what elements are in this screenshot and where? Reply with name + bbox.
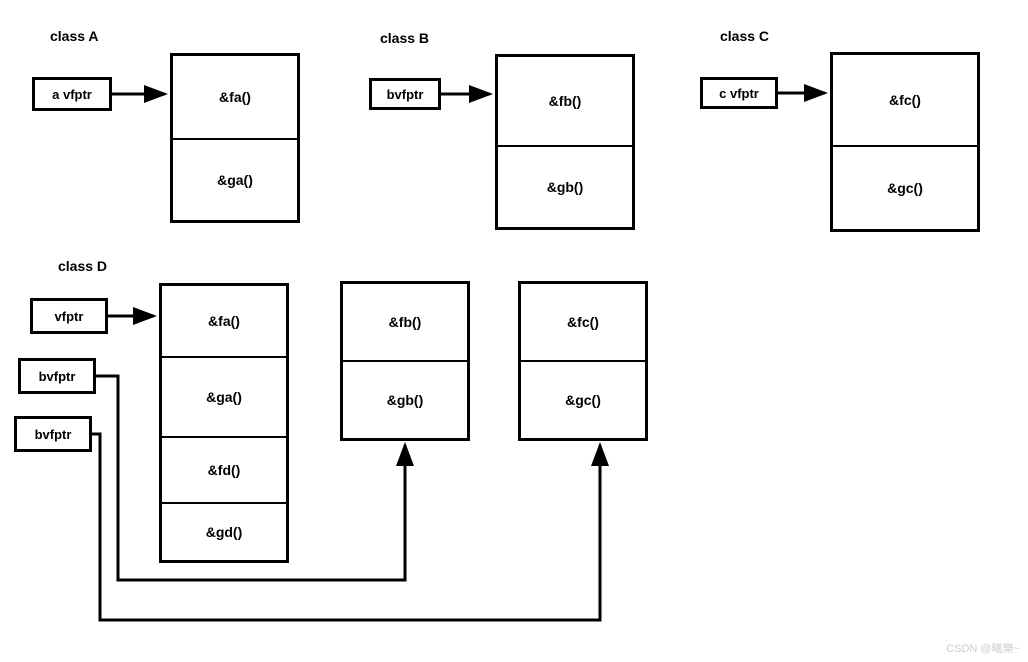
cell-d2-0: &fb() <box>343 284 467 362</box>
cell-d3-1: &gc() <box>521 362 645 438</box>
class-c-title: class C <box>720 28 769 44</box>
cell-d1-2: &fd() <box>162 438 286 504</box>
class-d-ptr0-label: vfptr <box>55 309 84 324</box>
cell-b-1: &gb() <box>498 147 632 227</box>
class-a-title: class A <box>50 28 99 44</box>
watermark: CSDN @曦樂~ <box>946 640 1020 656</box>
cell-a-0: &fa() <box>173 56 297 140</box>
class-d-ptr0-box: vfptr <box>30 298 108 334</box>
cell-d1-1: &ga() <box>162 358 286 438</box>
cell-d1-0: &fa() <box>162 286 286 358</box>
class-d-ptr1-label: bvfptr <box>39 369 76 384</box>
cell-c-1: &gc() <box>833 147 977 229</box>
class-d-vtable3: &fc() &gc() <box>518 281 648 441</box>
class-b-ptr-box: bvfptr <box>369 78 441 110</box>
class-c-ptr-label: c vfptr <box>719 86 759 101</box>
class-a-vtable: &fa() &ga() <box>170 53 300 223</box>
class-c-ptr-box: c vfptr <box>700 77 778 109</box>
cell-b-0: &fb() <box>498 57 632 147</box>
class-d-vtable2: &fb() &gb() <box>340 281 470 441</box>
cell-a-1: &ga() <box>173 140 297 220</box>
class-c-vtable: &fc() &gc() <box>830 52 980 232</box>
class-d-ptr2-box: bvfptr <box>14 416 92 452</box>
cell-d1-3: &gd() <box>162 504 286 560</box>
class-d-title: class D <box>58 258 107 274</box>
cell-d3-0: &fc() <box>521 284 645 362</box>
class-b-title: class B <box>380 30 429 46</box>
class-b-vtable: &fb() &gb() <box>495 54 635 230</box>
class-a-ptr-label: a vfptr <box>52 87 92 102</box>
class-b-ptr-label: bvfptr <box>387 87 424 102</box>
class-a-ptr-box: a vfptr <box>32 77 112 111</box>
class-d-vtable1: &fa() &ga() &fd() &gd() <box>159 283 289 563</box>
cell-d2-1: &gb() <box>343 362 467 438</box>
cell-c-0: &fc() <box>833 55 977 147</box>
class-d-ptr1-box: bvfptr <box>18 358 96 394</box>
class-d-ptr2-label: bvfptr <box>35 427 72 442</box>
